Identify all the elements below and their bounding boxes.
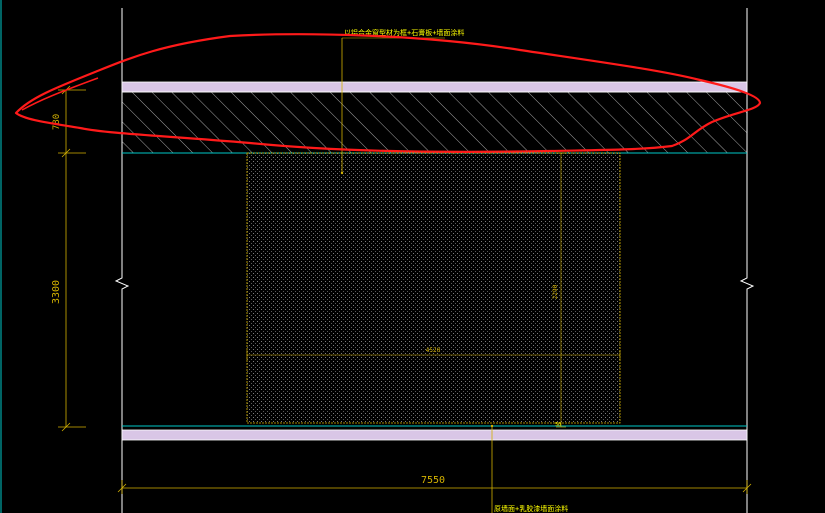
slab-thickness-label: 780 [52, 114, 62, 130]
bottom-slab-band [121, 429, 748, 441]
hatched-beam [121, 91, 748, 154]
overall-height-label: 3300 [51, 280, 62, 304]
small-tag-label: 50 [555, 422, 561, 428]
cad-drawing-canvas: 3300 780 7550 4520 2290 50 以铝合金窗型材为框+石膏板… [0, 0, 762, 513]
top-slab-band [121, 81, 748, 93]
bottom-note-anchor-dot [490, 424, 494, 428]
overall-height-dimension [58, 85, 86, 432]
infill-panel [246, 152, 621, 424]
opening-width-label: 4520 [426, 347, 441, 354]
red-markup-stroke-2 [21, 77, 99, 111]
bottom-note-text: 原墙面+乳胶漆墙面涂料 [494, 504, 568, 513]
total-width-label: 7550 [421, 475, 445, 486]
opening-height-label: 2290 [552, 284, 559, 299]
top-note-anchor-dot [340, 171, 344, 175]
